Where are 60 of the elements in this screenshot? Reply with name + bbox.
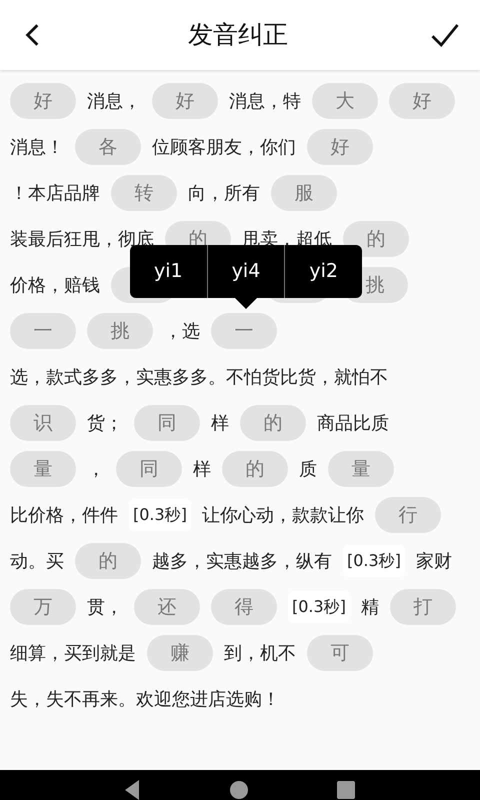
passage-text: ！本店品牌 — [10, 182, 100, 206]
passage-text: 比价格，件件 — [10, 504, 118, 528]
recents-icon[interactable] — [337, 780, 356, 800]
character-chip[interactable]: 还 — [134, 589, 200, 625]
character-chip[interactable]: 识 — [10, 405, 76, 441]
passage-text: 样 — [211, 412, 229, 436]
passage-text: ，选 — [164, 320, 200, 344]
character-chip[interactable]: 可 — [307, 635, 373, 671]
character-chip[interactable]: 赚 — [147, 635, 213, 671]
pause-marker: [0.3秒] — [343, 545, 405, 577]
passage-text: 失，失不再来。欢迎您进店选购！ — [10, 688, 280, 712]
character-chip[interactable]: 的 — [75, 543, 141, 579]
character-chip[interactable]: 的 — [343, 221, 409, 257]
character-chip[interactable]: 好 — [389, 83, 455, 119]
passage-text: 消息， — [87, 90, 141, 114]
passage-text: 到，机不 — [224, 642, 296, 666]
passage-text: 商品比质 — [317, 412, 389, 436]
passage-text: 质 — [299, 458, 317, 482]
character-chip[interactable]: 一 — [211, 313, 277, 349]
character-chip[interactable]: 同 — [116, 451, 182, 487]
pause-marker: [0.3秒] — [129, 499, 191, 531]
passage-text: 价格，赔钱 — [10, 274, 100, 298]
passage-text: 位顾客朋友，你们 — [152, 136, 296, 160]
passage-text: 家财 — [416, 550, 452, 574]
character-chip[interactable]: 一 — [10, 313, 76, 349]
passage-text: 贯， — [87, 596, 123, 620]
character-chip[interactable]: 好 — [307, 129, 373, 165]
character-chip[interactable]: 的 — [240, 405, 306, 441]
character-chip[interactable]: 打 — [390, 589, 456, 625]
passage-text: 让你心动，款款让你 — [202, 504, 364, 528]
character-chip[interactable]: 量 — [328, 451, 394, 487]
pronunciation-option[interactable]: yi2 — [284, 245, 362, 298]
home-icon[interactable] — [230, 780, 248, 800]
character-chip[interactable]: 好 — [152, 83, 218, 119]
character-chip[interactable]: 好 — [10, 83, 76, 119]
character-chip[interactable]: 量 — [10, 451, 76, 487]
passage-text: 样 — [193, 458, 211, 482]
passage-text: 向，所有 — [188, 182, 260, 206]
passage-text: 消息，特 — [229, 90, 301, 114]
passage-text: 选，款式多多，实惠多多。不怕货比货，就怕不 — [10, 366, 388, 390]
passage-text: 动。买 — [10, 550, 64, 574]
character-chip[interactable]: 转 — [111, 175, 177, 211]
character-chip[interactable]: 行 — [374, 497, 441, 533]
character-chip[interactable]: 万 — [10, 589, 76, 625]
character-chip[interactable]: 的 — [222, 451, 288, 487]
character-chip[interactable]: 得 — [211, 589, 277, 625]
passage-text: 精 — [360, 596, 379, 620]
character-chip[interactable]: 各 — [75, 129, 141, 165]
character-chip[interactable]: 挑 — [87, 313, 153, 349]
passage-text: 越多，实惠越多，纵有 — [152, 550, 332, 574]
back-icon[interactable] — [124, 780, 141, 800]
passage-text: 货； — [87, 412, 123, 436]
pause-marker: [0.3秒] — [288, 591, 350, 623]
passage-text: ， — [87, 458, 105, 482]
character-chip[interactable]: 服 — [271, 175, 337, 211]
header-title: 发音纠正 — [188, 19, 288, 52]
passage-text: 细算，买到就是 — [10, 642, 136, 666]
character-chip[interactable]: 同 — [134, 405, 200, 441]
passage-text: 消息！ — [10, 136, 64, 160]
character-chip[interactable]: 大 — [312, 83, 378, 119]
